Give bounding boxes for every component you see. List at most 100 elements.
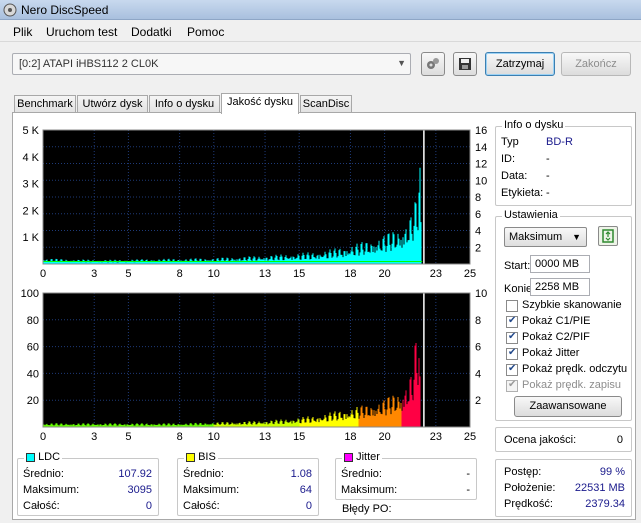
ldc-total-value: 0 bbox=[145, 500, 152, 512]
show-jitter-checkbox[interactable] bbox=[506, 347, 518, 360]
progress-value: 99 % bbox=[599, 466, 625, 478]
tab-disc-info[interactable]: Info o dysku bbox=[149, 95, 220, 113]
disc-date-label: Data: bbox=[501, 170, 528, 182]
tab-create-disc[interactable]: Utwórz dysk bbox=[77, 95, 148, 113]
bis-y2-tick: 8 bbox=[475, 315, 481, 327]
bis-y2-tick: 10 bbox=[475, 288, 487, 300]
bis-y2-tick: 6 bbox=[475, 342, 481, 354]
ldc-y-tick: 3 K bbox=[22, 179, 39, 191]
settings-cog-icon bbox=[427, 58, 439, 69]
ldc-x-tick: 18 bbox=[344, 268, 356, 280]
advanced-button[interactable]: Zaawansowane bbox=[514, 396, 622, 417]
bis-max-value: 64 bbox=[299, 484, 312, 496]
bis-y2-tick: 4 bbox=[475, 368, 481, 380]
menu-pomoc[interactable]: Pomoc bbox=[187, 25, 224, 39]
position-label: Położenie: bbox=[504, 482, 556, 494]
speed-label: Prędkość: bbox=[504, 498, 553, 510]
jitter-max-value: - bbox=[466, 484, 470, 496]
bis-title-text: BIS bbox=[198, 451, 216, 463]
show-write-speed-checkbox[interactable] bbox=[506, 379, 518, 392]
bis-avg-label: Średnio: bbox=[183, 468, 224, 480]
refresh-icon bbox=[602, 229, 614, 243]
ldc-y2-tick: 4 bbox=[475, 226, 481, 238]
po-errors-label: Błędy PO: bbox=[342, 503, 392, 515]
ldc-y-tick: 4 K bbox=[22, 152, 39, 164]
speed-select[interactable]: Maksimum ▼ bbox=[504, 227, 587, 247]
bis-y-tick: 20 bbox=[27, 395, 39, 407]
ldc-x-tick: 25 bbox=[464, 268, 476, 280]
end-input[interactable] bbox=[530, 278, 590, 296]
ldc-y2-tick: 10 bbox=[475, 175, 487, 187]
start-input[interactable] bbox=[530, 255, 590, 273]
disc-info-title: Info o dysku bbox=[502, 119, 566, 131]
bis-stats-title: BIS bbox=[184, 451, 218, 463]
progress-label: Postęp: bbox=[504, 466, 542, 478]
ldc-y2-tick: 16 bbox=[475, 125, 487, 137]
ldc-stats-title: LDC bbox=[24, 451, 63, 463]
ldc-x-tick: 5 bbox=[125, 268, 131, 280]
bis-color-swatch bbox=[186, 452, 195, 462]
ldc-total-label: Całość: bbox=[23, 500, 60, 512]
drive-select[interactable]: [0:2] ATAPI iHBS112 2 CL0K ▼ bbox=[12, 53, 411, 75]
ldc-x-tick: 20 bbox=[378, 268, 390, 280]
ldc-max-value: 3095 bbox=[127, 484, 152, 496]
show-c1-checkbox[interactable] bbox=[506, 315, 518, 328]
ldc-y-tick: 1 K bbox=[22, 232, 39, 244]
show-c2-checkbox[interactable] bbox=[506, 331, 518, 344]
refresh-button[interactable] bbox=[598, 226, 618, 246]
bis-x-tick: 23 bbox=[430, 431, 442, 443]
show-read-speed-label: Pokaż prędk. odczytu bbox=[522, 363, 628, 375]
tab-content: 0 3 5 8 10 13 15 18 20 23 25 1 K2 K3 K4 K5 K 2 4 6 8 10 1… bbox=[12, 112, 636, 520]
ldc-avg-value: 107.92 bbox=[118, 468, 152, 480]
ldc-y-tick: 5 K bbox=[22, 125, 39, 137]
show-read-speed-checkbox[interactable] bbox=[506, 363, 518, 376]
show-c1-label: Pokaż C1/PIE bbox=[522, 315, 591, 327]
ldc-chart: 0 3 5 8 10 13 15 18 20 23 25 1 K 2 K 3 K 4 K 5 K 2 4 6 8 10 1… bbox=[22, 125, 487, 280]
save-button[interactable] bbox=[453, 52, 477, 76]
menu-dodatki[interactable]: Dodatki bbox=[131, 25, 172, 39]
tab-disc-quality[interactable]: Jakość dysku bbox=[221, 93, 299, 114]
disc-date-value: - bbox=[546, 170, 550, 182]
disc-type-value: BD-R bbox=[546, 136, 573, 148]
jitter-avg-value: - bbox=[466, 468, 470, 480]
bis-y2-tick: 2 bbox=[475, 395, 481, 407]
ldc-x-tick: 13 bbox=[259, 268, 271, 280]
ldc-stats-group: LDC Średnio: 107.92 Maksimum: 3095 Całoś… bbox=[17, 451, 159, 516]
ldc-max-label: Maksimum: bbox=[23, 484, 80, 496]
tab-scandisc[interactable]: ScanDisc bbox=[300, 95, 352, 113]
speed-value: 2379.34 bbox=[585, 498, 625, 510]
drive-select-value: [0:2] ATAPI iHBS112 2 CL0K bbox=[19, 58, 159, 70]
ldc-y2-tick: 12 bbox=[475, 159, 487, 171]
jitter-stats-title: Jitter bbox=[342, 451, 382, 463]
bis-avg-value: 1.08 bbox=[290, 468, 312, 480]
jitter-max-label: Maksimum: bbox=[341, 484, 398, 496]
window-title: Nero DiscSpeed bbox=[21, 3, 109, 17]
menu-plik[interactable]: Plik bbox=[13, 25, 32, 39]
menu-uruchom-test[interactable]: Uruchom test bbox=[46, 25, 117, 39]
stop-button[interactable]: Zatrzymaj bbox=[485, 52, 555, 76]
finish-button[interactable]: Zakończ bbox=[561, 52, 631, 76]
ldc-y2-tick: 2 bbox=[475, 242, 481, 254]
bis-x-tick: 13 bbox=[259, 431, 271, 443]
ldc-y2-tick: 6 bbox=[475, 209, 481, 221]
chevron-down-icon: ▼ bbox=[397, 58, 406, 68]
disc-label-value: - bbox=[546, 187, 550, 199]
progress-group: Postęp: 99 % Położenie: 22531 MB Prędkoś… bbox=[495, 459, 632, 517]
ldc-y-tick: 2 K bbox=[22, 205, 39, 217]
ldc-x-tick: 15 bbox=[293, 268, 305, 280]
title-bar: Nero DiscSpeed bbox=[0, 0, 641, 20]
ldc-x-tick: 23 bbox=[430, 268, 442, 280]
tab-benchmark[interactable]: Benchmark bbox=[14, 95, 76, 113]
quick-scan-checkbox[interactable] bbox=[506, 300, 518, 312]
speed-select-value: Maksimum bbox=[509, 231, 563, 243]
menu-bar: Plik Uruchom test Dodatki Pomoc bbox=[0, 20, 641, 42]
bis-x-tick: 8 bbox=[177, 431, 183, 443]
disc-id-value: - bbox=[546, 153, 550, 165]
ldc-x-tick: 8 bbox=[177, 268, 183, 280]
bis-stats-group: BIS Średnio: 1.08 Maksimum: 64 Całość: 0 bbox=[177, 451, 319, 516]
start-label: Start: bbox=[504, 260, 531, 272]
bis-x-tick: 15 bbox=[293, 431, 305, 443]
drive-info-button[interactable] bbox=[421, 52, 445, 76]
settings-title: Ustawienia bbox=[502, 209, 560, 221]
chevron-down-icon: ▼ bbox=[572, 232, 581, 242]
